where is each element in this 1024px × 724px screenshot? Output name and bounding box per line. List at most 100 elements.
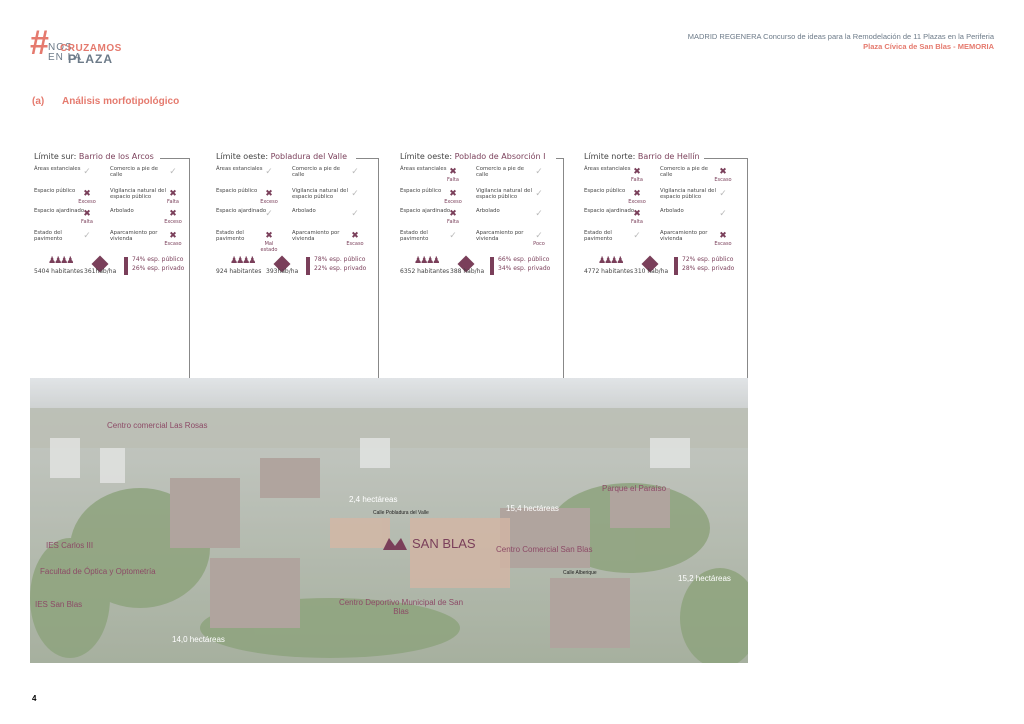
check-icon: ✓ (535, 189, 543, 199)
criterion-label: Arbolado (476, 208, 500, 214)
panel-title-name: Poblado de Absorción I (454, 152, 546, 161)
map-label: Parque el Paraíso (602, 484, 667, 493)
criterion-label: Comercio a pie de calle (660, 166, 709, 179)
public-space-pct: 66% esp. público (498, 256, 550, 263)
density-value: 310 hab/ha (634, 268, 669, 275)
header-title: MADRID REGENERA Concurso de ideas para l… (687, 32, 994, 41)
map-label: Centro comercial Las Rosas (107, 421, 208, 430)
connector-line (747, 158, 748, 384)
private-space-pct: 22% esp. privado (314, 265, 367, 272)
map-label: Calle Pobladura del Valle (373, 510, 429, 516)
cross-icon: ✖ Falta (447, 167, 459, 184)
panel-title: Límite oeste: Pobladura del Valle (216, 152, 347, 161)
criterion-label: Aparcamiento por vivienda (110, 230, 158, 243)
map-label: 15,2 hectáreas (678, 574, 731, 583)
public-space-pct: 72% esp. público (682, 256, 734, 263)
private-space-pct: 28% esp. privado (682, 265, 735, 272)
connector-line (189, 158, 190, 410)
check-icon: ✓ (719, 209, 727, 219)
criterion-label: Arbolado (110, 208, 134, 214)
cross-icon: ✖ Escaso (346, 231, 364, 248)
public-space-bar (124, 257, 128, 275)
private-space-pct: 26% esp. privado (132, 265, 185, 272)
cross-icon: ✖ Falta (167, 189, 179, 206)
cross-icon: ✖ Mal estado (260, 231, 278, 254)
limit-panel: Límite oeste: Pobladura del Valle Áreas e… (216, 152, 396, 280)
check-icon: ✓ (169, 167, 177, 177)
population-value: 924 habitantes (216, 268, 262, 275)
cross-icon: ✖ Falta (447, 209, 459, 226)
check-icon: ✓ (633, 231, 641, 241)
criterion-label: Comercio a pie de calle (110, 166, 159, 179)
criterion-label: Vigilancia natural del espacio público (660, 188, 716, 201)
logo: # NOS CRUZAMOS EN LA PLAZA (30, 26, 130, 66)
cross-icon: ✖ Falta (81, 209, 93, 226)
san-blas-logo (381, 536, 409, 552)
criterion-label: Comercio a pie de calle (292, 166, 341, 179)
density-value: 361hab/ha (84, 268, 117, 275)
cross-icon: ✖ Falta (631, 209, 643, 226)
panel-title-prefix: Límite oeste: (400, 152, 455, 161)
people-icon: ♟♟♟♟ (414, 256, 440, 266)
population-value: 4772 habitantes (584, 268, 634, 275)
check-icon: ✓ (535, 167, 543, 177)
connector-line (356, 158, 378, 159)
connector-line (704, 158, 748, 159)
panel-title-name: Barrio de Hellín (637, 152, 700, 161)
check-icon: ✓ (719, 189, 727, 199)
public-space-bar (674, 257, 678, 275)
cross-icon: ✖ Exceso (164, 209, 182, 226)
panel-title-prefix: Límite norte: (584, 152, 638, 161)
public-space-bar (306, 257, 310, 275)
page-number: 4 (32, 694, 37, 703)
section-number: (a) (32, 96, 45, 107)
criterion-label: Arbolado (660, 208, 684, 214)
people-icon: ♟♟♟♟ (598, 256, 624, 266)
private-space-pct: 34% esp. privado (498, 265, 551, 272)
criterion-label: Comercio a pie de calle (476, 166, 525, 179)
people-icon: ♟♟♟♟ (48, 256, 74, 266)
logo-hash: # (30, 24, 49, 62)
population-value: 5404 habitantes (34, 268, 84, 275)
logo-line4: PLAZA (68, 52, 113, 66)
map-label: 2,4 hectáreas (349, 495, 398, 504)
limit-panel: Límite sur: Barrio de los Arcos Áreas est… (34, 152, 214, 280)
criterion-label: Aparcamiento por vivienda (660, 230, 708, 243)
panel-title: Límite oeste: Poblado de Absorción I (400, 152, 546, 161)
check-icon: ✓ Poco (533, 231, 545, 248)
panel-title-name: Barrio de los Arcos (78, 152, 154, 161)
cross-icon: ✖ Escaso (714, 231, 732, 248)
cross-icon: ✖ Exceso (260, 189, 278, 206)
check-icon: ✓ (351, 167, 359, 177)
map-label: Calle Alberique (563, 570, 597, 576)
cross-icon: ✖ Exceso (628, 189, 646, 206)
check-icon: ✓ (449, 231, 457, 241)
panel-title: Límite sur: Barrio de los Arcos (34, 152, 154, 161)
cross-icon: ✖ Exceso (78, 189, 96, 206)
check-icon: ✓ (351, 189, 359, 199)
map-label: 14,0 hectáreas (172, 635, 225, 644)
criterion-label: Vigilancia natural del espacio público (292, 188, 348, 201)
people-icon: ♟♟♟♟ (230, 256, 256, 266)
check-icon: ✓ (265, 167, 273, 177)
limit-panel: Límite oeste: Poblado de Absorción I Área… (400, 152, 580, 280)
check-icon: ✓ (83, 231, 91, 241)
public-space-bar (490, 257, 494, 275)
criterion-label: Aparcamiento por vivienda (292, 230, 340, 243)
map-label: Centro Comercial San Blas (496, 545, 593, 554)
panel-title: Límite norte: Barrio de Hellín (584, 152, 700, 161)
criterion-label: Aparcamiento por vivienda (476, 230, 524, 243)
check-icon: ✓ (351, 209, 359, 219)
panel-title-prefix: Límite oeste: (216, 152, 271, 161)
cross-icon: ✖ Falta (631, 167, 643, 184)
header-subtitle: Plaza Cívica de San Blas - MEMORIA (863, 42, 994, 51)
criterion-label: Vigilancia natural del espacio público (476, 188, 532, 201)
connector-line (160, 158, 190, 159)
panel-title-name: Pobladura del Valle (270, 152, 347, 161)
panel-title-prefix: Límite sur: (34, 152, 79, 161)
map-label: 15,4 hectáreas (506, 504, 559, 513)
cross-icon: ✖ Escaso (164, 231, 182, 248)
check-icon: ✓ (535, 209, 543, 219)
limit-panel: Límite norte: Barrio de Hellín Áreas esta… (584, 152, 764, 280)
map-label: IES San Blas (35, 600, 83, 609)
